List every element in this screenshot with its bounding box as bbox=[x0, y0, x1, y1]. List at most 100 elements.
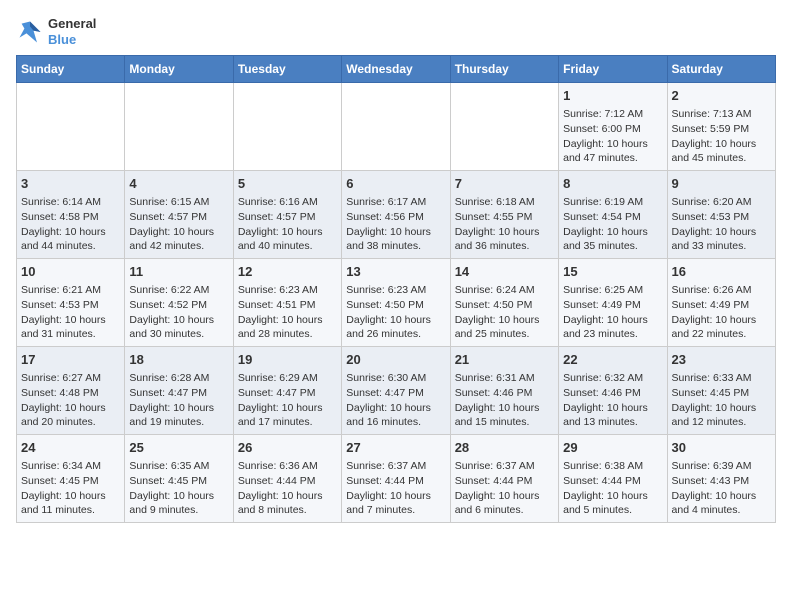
day-number: 6 bbox=[346, 175, 445, 193]
calendar-cell: 29 Sunrise: 6:38 AM Sunset: 4:44 PM Dayli… bbox=[559, 434, 667, 522]
day-info: Sunrise: 6:34 AM Sunset: 4:45 PM Dayligh… bbox=[21, 459, 120, 518]
calendar-cell: 30 Sunrise: 6:39 AM Sunset: 4:43 PM Dayli… bbox=[667, 434, 775, 522]
calendar-cell: 5 Sunrise: 6:16 AM Sunset: 4:57 PM Daylig… bbox=[233, 171, 341, 259]
logo-text: General Blue bbox=[48, 16, 96, 47]
day-number: 14 bbox=[455, 263, 554, 281]
day-number: 24 bbox=[21, 439, 120, 457]
day-number: 19 bbox=[238, 351, 337, 369]
calendar-cell: 2 Sunrise: 7:13 AM Sunset: 5:59 PM Daylig… bbox=[667, 83, 775, 171]
day-info: Sunrise: 6:21 AM Sunset: 4:53 PM Dayligh… bbox=[21, 283, 120, 342]
calendar-week-2: 3 Sunrise: 6:14 AM Sunset: 4:58 PM Daylig… bbox=[17, 171, 776, 259]
day-number: 23 bbox=[672, 351, 771, 369]
day-number: 7 bbox=[455, 175, 554, 193]
day-info: Sunrise: 6:22 AM Sunset: 4:52 PM Dayligh… bbox=[129, 283, 228, 342]
calendar-cell: 27 Sunrise: 6:37 AM Sunset: 4:44 PM Dayli… bbox=[342, 434, 450, 522]
calendar-cell: 28 Sunrise: 6:37 AM Sunset: 4:44 PM Dayli… bbox=[450, 434, 558, 522]
calendar-cell: 1 Sunrise: 7:12 AM Sunset: 6:00 PM Daylig… bbox=[559, 83, 667, 171]
calendar-cell: 8 Sunrise: 6:19 AM Sunset: 4:54 PM Daylig… bbox=[559, 171, 667, 259]
page-header: General Blue bbox=[16, 16, 776, 47]
day-number: 3 bbox=[21, 175, 120, 193]
day-number: 8 bbox=[563, 175, 662, 193]
calendar-cell: 21 Sunrise: 6:31 AM Sunset: 4:46 PM Dayli… bbox=[450, 347, 558, 435]
day-info: Sunrise: 6:30 AM Sunset: 4:47 PM Dayligh… bbox=[346, 371, 445, 430]
day-number: 2 bbox=[672, 87, 771, 105]
calendar-cell bbox=[233, 83, 341, 171]
day-number: 15 bbox=[563, 263, 662, 281]
calendar-week-5: 24 Sunrise: 6:34 AM Sunset: 4:45 PM Dayli… bbox=[17, 434, 776, 522]
day-info: Sunrise: 6:36 AM Sunset: 4:44 PM Dayligh… bbox=[238, 459, 337, 518]
day-number: 13 bbox=[346, 263, 445, 281]
day-info: Sunrise: 6:37 AM Sunset: 4:44 PM Dayligh… bbox=[346, 459, 445, 518]
day-info: Sunrise: 7:13 AM Sunset: 5:59 PM Dayligh… bbox=[672, 107, 771, 166]
calendar-cell: 10Sunrise: 6:21 AM Sunset: 4:53 PM Dayli… bbox=[17, 259, 125, 347]
day-info: Sunrise: 6:25 AM Sunset: 4:49 PM Dayligh… bbox=[563, 283, 662, 342]
day-header-sunday: Sunday bbox=[17, 56, 125, 83]
day-info: Sunrise: 6:38 AM Sunset: 4:44 PM Dayligh… bbox=[563, 459, 662, 518]
calendar-cell bbox=[125, 83, 233, 171]
day-info: Sunrise: 6:23 AM Sunset: 4:51 PM Dayligh… bbox=[238, 283, 337, 342]
day-number: 29 bbox=[563, 439, 662, 457]
day-number: 16 bbox=[672, 263, 771, 281]
calendar-cell: 26 Sunrise: 6:36 AM Sunset: 4:44 PM Dayli… bbox=[233, 434, 341, 522]
calendar-cell bbox=[17, 83, 125, 171]
day-info: Sunrise: 6:29 AM Sunset: 4:47 PM Dayligh… bbox=[238, 371, 337, 430]
calendar-cell bbox=[342, 83, 450, 171]
calendar-cell: 13 Sunrise: 6:23 AM Sunset: 4:50 PM Dayli… bbox=[342, 259, 450, 347]
calendar-cell: 9Sunrise: 6:20 AM Sunset: 4:53 PM Daylig… bbox=[667, 171, 775, 259]
logo-icon bbox=[16, 18, 44, 46]
day-info: Sunrise: 6:32 AM Sunset: 4:46 PM Dayligh… bbox=[563, 371, 662, 430]
day-number: 11 bbox=[129, 263, 228, 281]
day-info: Sunrise: 6:24 AM Sunset: 4:50 PM Dayligh… bbox=[455, 283, 554, 342]
calendar-cell: 3 Sunrise: 6:14 AM Sunset: 4:58 PM Daylig… bbox=[17, 171, 125, 259]
calendar-cell: 6 Sunrise: 6:17 AM Sunset: 4:56 PM Daylig… bbox=[342, 171, 450, 259]
day-number: 25 bbox=[129, 439, 228, 457]
day-info: Sunrise: 6:23 AM Sunset: 4:50 PM Dayligh… bbox=[346, 283, 445, 342]
calendar-cell: 12 Sunrise: 6:23 AM Sunset: 4:51 PM Dayli… bbox=[233, 259, 341, 347]
day-info: Sunrise: 6:35 AM Sunset: 4:45 PM Dayligh… bbox=[129, 459, 228, 518]
calendar-week-4: 17 Sunrise: 6:27 AM Sunset: 4:48 PM Dayli… bbox=[17, 347, 776, 435]
day-info: Sunrise: 6:33 AM Sunset: 4:45 PM Dayligh… bbox=[672, 371, 771, 430]
calendar-cell: 16 Sunrise: 6:26 AM Sunset: 4:49 PM Dayli… bbox=[667, 259, 775, 347]
day-number: 12 bbox=[238, 263, 337, 281]
day-info: Sunrise: 6:15 AM Sunset: 4:57 PM Dayligh… bbox=[129, 195, 228, 254]
day-info: Sunrise: 6:39 AM Sunset: 4:43 PM Dayligh… bbox=[672, 459, 771, 518]
calendar-cell: 20 Sunrise: 6:30 AM Sunset: 4:47 PM Dayli… bbox=[342, 347, 450, 435]
day-header-friday: Friday bbox=[559, 56, 667, 83]
day-header-monday: Monday bbox=[125, 56, 233, 83]
day-number: 18 bbox=[129, 351, 228, 369]
day-info: Sunrise: 6:28 AM Sunset: 4:47 PM Dayligh… bbox=[129, 371, 228, 430]
calendar-table: SundayMondayTuesdayWednesdayThursdayFrid… bbox=[16, 55, 776, 523]
calendar-cell: 4 Sunrise: 6:15 AM Sunset: 4:57 PM Daylig… bbox=[125, 171, 233, 259]
day-number: 28 bbox=[455, 439, 554, 457]
calendar-cell: 11 Sunrise: 6:22 AM Sunset: 4:52 PM Dayli… bbox=[125, 259, 233, 347]
day-header-tuesday: Tuesday bbox=[233, 56, 341, 83]
day-number: 4 bbox=[129, 175, 228, 193]
day-number: 20 bbox=[346, 351, 445, 369]
calendar-cell: 17 Sunrise: 6:27 AM Sunset: 4:48 PM Dayli… bbox=[17, 347, 125, 435]
day-number: 26 bbox=[238, 439, 337, 457]
day-info: Sunrise: 6:17 AM Sunset: 4:56 PM Dayligh… bbox=[346, 195, 445, 254]
day-info: Sunrise: 6:14 AM Sunset: 4:58 PM Dayligh… bbox=[21, 195, 120, 254]
calendar-cell: 24 Sunrise: 6:34 AM Sunset: 4:45 PM Dayli… bbox=[17, 434, 125, 522]
day-number: 5 bbox=[238, 175, 337, 193]
day-info: Sunrise: 6:26 AM Sunset: 4:49 PM Dayligh… bbox=[672, 283, 771, 342]
day-info: Sunrise: 6:19 AM Sunset: 4:54 PM Dayligh… bbox=[563, 195, 662, 254]
day-info: Sunrise: 6:37 AM Sunset: 4:44 PM Dayligh… bbox=[455, 459, 554, 518]
day-info: Sunrise: 6:18 AM Sunset: 4:55 PM Dayligh… bbox=[455, 195, 554, 254]
calendar-cell: 15 Sunrise: 6:25 AM Sunset: 4:49 PM Dayli… bbox=[559, 259, 667, 347]
calendar-cell: 7 Sunrise: 6:18 AM Sunset: 4:55 PM Daylig… bbox=[450, 171, 558, 259]
calendar-cell: 18 Sunrise: 6:28 AM Sunset: 4:47 PM Dayli… bbox=[125, 347, 233, 435]
day-number: 30 bbox=[672, 439, 771, 457]
day-number: 21 bbox=[455, 351, 554, 369]
day-info: Sunrise: 6:16 AM Sunset: 4:57 PM Dayligh… bbox=[238, 195, 337, 254]
day-info: Sunrise: 6:27 AM Sunset: 4:48 PM Dayligh… bbox=[21, 371, 120, 430]
calendar-cell: 19 Sunrise: 6:29 AM Sunset: 4:47 PM Dayli… bbox=[233, 347, 341, 435]
day-info: Sunrise: 6:20 AM Sunset: 4:53 PM Dayligh… bbox=[672, 195, 771, 254]
day-number: 17 bbox=[21, 351, 120, 369]
calendar-cell bbox=[450, 83, 558, 171]
day-info: Sunrise: 7:12 AM Sunset: 6:00 PM Dayligh… bbox=[563, 107, 662, 166]
day-number: 1 bbox=[563, 87, 662, 105]
calendar-week-3: 10Sunrise: 6:21 AM Sunset: 4:53 PM Dayli… bbox=[17, 259, 776, 347]
day-info: Sunrise: 6:31 AM Sunset: 4:46 PM Dayligh… bbox=[455, 371, 554, 430]
day-number: 27 bbox=[346, 439, 445, 457]
